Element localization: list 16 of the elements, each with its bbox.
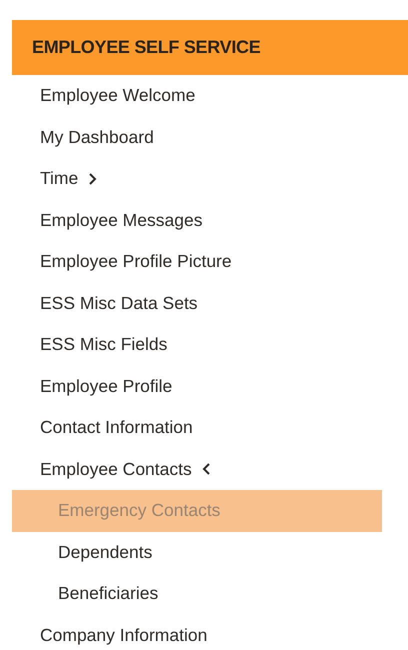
menu-item[interactable]: Employee Profile Picture — [12, 241, 382, 282]
menu-item[interactable]: Dependents — [12, 532, 382, 573]
chevron-icon[interactable] — [88, 172, 98, 185]
menu-item[interactable]: Company Information — [12, 614, 382, 650]
menu-item[interactable]: Employee Contacts — [12, 448, 382, 490]
menu-item[interactable]: Contact Information — [12, 407, 382, 448]
menu-item[interactable]: ESS Misc Fields — [12, 324, 382, 366]
menu-item[interactable]: Time — [12, 158, 382, 200]
chevron-icon[interactable] — [202, 463, 211, 476]
menu-item[interactable]: Employee Profile — [12, 366, 382, 407]
menu-item[interactable]: My Dashboard — [12, 116, 382, 158]
menu-item[interactable]: Employee Welcome — [12, 75, 382, 116]
menu-item[interactable]: Beneficiaries — [12, 573, 382, 614]
menu-item[interactable]: ESS Misc Data Sets — [12, 282, 382, 324]
menu-item[interactable]: Employee Messages — [12, 200, 382, 241]
menu-title: EMPLOYEE SELF SERVICE — [32, 37, 260, 58]
